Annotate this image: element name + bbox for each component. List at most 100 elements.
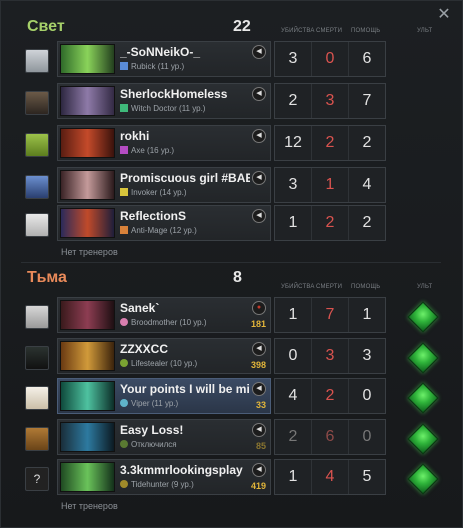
radiant-player-row[interactable]: SherlockHomeless Witch Doctor (11 ур.) ◀ 2 3… bbox=[1, 83, 463, 121]
player-stats: 171 bbox=[274, 297, 386, 333]
gold-amount: 398 bbox=[250, 360, 266, 370]
dire-player-row[interactable]: Easy Loss! Отключился ◀ 85 2 6 0 bbox=[1, 419, 463, 457]
dire-player-row[interactable]: ZZXXCC Lifestealer (10 ур.) ◀ 398 0 3 3 bbox=[1, 338, 463, 376]
player-name: ReflectionS bbox=[120, 209, 187, 223]
speaker-icon[interactable]: ◀ bbox=[252, 171, 266, 185]
player-stats: 122 bbox=[274, 205, 386, 241]
speaker-icon[interactable]: ◀ bbox=[252, 87, 266, 101]
radiant-score: 22 bbox=[233, 18, 251, 35]
player-card[interactable]: rokhi Axe (16 ур.) ◀ bbox=[57, 125, 271, 161]
speaker-icon[interactable]: ◀ bbox=[252, 382, 266, 396]
player-avatar[interactable] bbox=[25, 305, 49, 329]
hero-color-marker bbox=[120, 104, 128, 112]
radiant-player-row[interactable]: rokhi Axe (16 ур.) ◀ 12 2 2 bbox=[1, 125, 463, 163]
dire-player-row[interactable]: ? 3.3kmmrlookingsplay Tidehunter (9 ур.) ◀ 4… bbox=[1, 459, 463, 497]
close-icon[interactable]: ✕ bbox=[436, 7, 452, 23]
speaker-icon[interactable]: ◀ bbox=[252, 209, 266, 223]
hero-name: Witch Doctor bbox=[131, 104, 177, 113]
hero-name: Invoker bbox=[131, 188, 158, 197]
radiant-player-row[interactable]: Promiscuous girl #BAE Invoker (14 ур.) ◀ 3 1… bbox=[1, 167, 463, 205]
radiant-col-deaths: Смерти bbox=[316, 28, 343, 34]
player-avatar[interactable] bbox=[25, 386, 49, 410]
player-avatar[interactable] bbox=[25, 49, 49, 73]
player-card[interactable]: SherlockHomeless Witch Doctor (11 ур.) ◀ bbox=[57, 83, 271, 119]
stat-assists: 5 bbox=[362, 468, 372, 485]
dire-no-coaches: Нет тренеров bbox=[61, 501, 118, 511]
ult-slot bbox=[401, 297, 445, 335]
dire-player-row[interactable]: Sanek` Broodmother (10 ур.) ● 181 1 7 1 bbox=[1, 297, 463, 335]
stat-assists: 2 bbox=[362, 134, 372, 151]
speaker-icon[interactable]: ● bbox=[252, 301, 266, 315]
player-name: Easy Loss! bbox=[120, 423, 184, 437]
hero-color-marker bbox=[120, 440, 128, 448]
hero-level: (14 ур.) bbox=[159, 188, 187, 197]
ult-slot bbox=[401, 378, 445, 416]
hero-portrait bbox=[60, 462, 115, 492]
player-card[interactable]: ReflectionS Anti-Mage (12 ур.) ◀ bbox=[57, 205, 271, 241]
ultimate-ready-icon bbox=[407, 301, 439, 333]
player-stats: 033 bbox=[274, 338, 386, 374]
ult-slot bbox=[401, 338, 445, 376]
hero-info: Anti-Mage (12 ур.) bbox=[120, 226, 197, 238]
hero-color-marker bbox=[120, 399, 128, 407]
dire-col-deaths: Смерти bbox=[316, 284, 343, 290]
stat-deaths: 3 bbox=[312, 84, 349, 118]
speaker-icon[interactable]: ◀ bbox=[252, 423, 266, 437]
player-avatar[interactable] bbox=[25, 175, 49, 199]
player-avatar[interactable] bbox=[25, 213, 49, 237]
dire-player-row[interactable]: Your points I will be mine Viper (11 ур.)… bbox=[1, 378, 463, 416]
team-divider bbox=[21, 262, 441, 263]
speaker-icon[interactable]: ◀ bbox=[252, 463, 266, 477]
stat-deaths: 3 bbox=[312, 339, 349, 373]
player-name: 3.3kmmrlookingsplay bbox=[120, 463, 243, 477]
ult-slot bbox=[401, 419, 445, 457]
hero-portrait bbox=[60, 170, 115, 200]
hero-portrait bbox=[60, 422, 115, 452]
player-avatar[interactable] bbox=[25, 427, 49, 451]
radiant-player-row[interactable]: ReflectionS Anti-Mage (12 ур.) ◀ 1 2 2 bbox=[1, 205, 463, 243]
player-name: Promiscuous girl #BAE bbox=[120, 171, 250, 185]
player-card[interactable]: Sanek` Broodmother (10 ур.) ● 181 bbox=[57, 297, 271, 333]
stat-deaths: 4 bbox=[312, 460, 349, 494]
hero-name: Tidehunter bbox=[131, 480, 169, 489]
player-name: SherlockHomeless bbox=[120, 87, 228, 101]
hero-info: Viper (11 ур.) bbox=[120, 399, 178, 411]
hero-info: Invoker (14 ур.) bbox=[120, 188, 187, 200]
stat-assists: 7 bbox=[362, 92, 372, 109]
speaker-icon[interactable]: ◀ bbox=[252, 342, 266, 356]
hero-color-marker bbox=[120, 188, 128, 196]
player-avatar[interactable] bbox=[25, 91, 49, 115]
stat-kills: 2 bbox=[275, 420, 312, 454]
hero-name: Broodmother bbox=[131, 318, 178, 327]
hero-info: Lifestealer (10 ур.) bbox=[120, 359, 197, 371]
player-avatar[interactable] bbox=[25, 133, 49, 157]
player-name: ZZXXCC bbox=[120, 342, 168, 356]
player-avatar[interactable] bbox=[25, 346, 49, 370]
player-card[interactable]: 3.3kmmrlookingsplay Tidehunter (9 ур.) ◀ 41… bbox=[57, 459, 271, 495]
player-name: _-SoNNeikO-_ bbox=[120, 45, 201, 59]
hero-level: (11 ур.) bbox=[157, 62, 185, 71]
hero-info: Broodmother (10 ур.) bbox=[120, 318, 207, 330]
radiant-player-row[interactable]: _-SoNNeikO-_ Rubick (11 ур.) ◀ 3 0 6 bbox=[1, 41, 463, 79]
player-card[interactable]: _-SoNNeikO-_ Rubick (11 ур.) ◀ bbox=[57, 41, 271, 77]
radiant-col-kills: Убийства bbox=[281, 28, 315, 34]
ult-slot bbox=[401, 459, 445, 497]
stat-kills: 12 bbox=[275, 126, 312, 160]
player-card[interactable]: Promiscuous girl #BAE Invoker (14 ур.) ◀ bbox=[57, 167, 271, 203]
speaker-icon[interactable]: ◀ bbox=[252, 45, 266, 59]
unknown-avatar-icon[interactable]: ? bbox=[25, 467, 49, 491]
stat-kills: 0 bbox=[275, 339, 312, 373]
player-stats: 314 bbox=[274, 167, 386, 203]
player-card[interactable]: ZZXXCC Lifestealer (10 ур.) ◀ 398 bbox=[57, 338, 271, 374]
hero-name: Lifestealer bbox=[131, 359, 168, 368]
hero-color-marker bbox=[120, 226, 128, 234]
player-card[interactable]: Your points I will be mine Viper (11 ур.)… bbox=[57, 378, 271, 414]
player-card[interactable]: Easy Loss! Отключился ◀ 85 bbox=[57, 419, 271, 455]
speaker-icon[interactable]: ◀ bbox=[252, 129, 266, 143]
player-name: Your points I will be mine bbox=[120, 382, 250, 396]
hero-portrait bbox=[60, 44, 115, 74]
stat-assists: 3 bbox=[362, 347, 372, 364]
player-stats: 260 bbox=[274, 419, 386, 455]
gold-amount: 419 bbox=[250, 481, 266, 491]
hero-level: (10 ур.) bbox=[170, 359, 198, 368]
